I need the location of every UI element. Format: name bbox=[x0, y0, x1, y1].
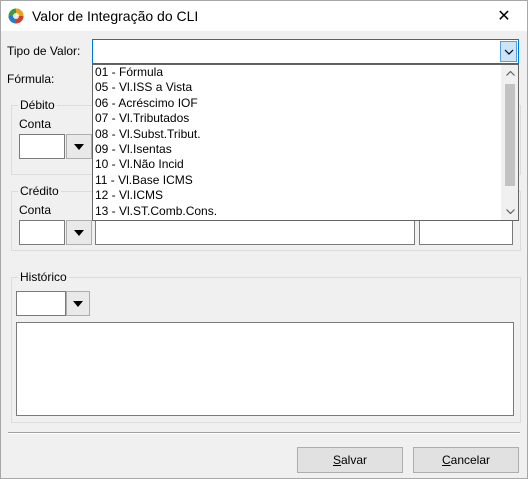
caret-down-icon bbox=[74, 229, 84, 236]
formula-label: Fórmula: bbox=[7, 72, 55, 86]
close-icon: ✕ bbox=[497, 8, 511, 25]
credito-descricao-field[interactable] bbox=[95, 220, 415, 245]
listbox-option[interactable]: 05 - Vl.ISS a Vista bbox=[93, 80, 501, 95]
debito-conta-input[interactable] bbox=[19, 134, 65, 159]
close-button[interactable]: ✕ bbox=[481, 1, 527, 31]
tipo-de-valor-listbox[interactable]: 01 - Fórmula 05 - Vl.ISS a Vista 06 - Acré… bbox=[92, 64, 519, 221]
tipo-de-valor-dropdown-button[interactable] bbox=[500, 41, 517, 62]
credito-valor-field[interactable] bbox=[419, 220, 513, 245]
chevron-up-icon bbox=[506, 71, 515, 76]
salvar-button[interactable]: Salvar bbox=[297, 447, 403, 473]
window-title: Valor de Integração do CLI bbox=[32, 8, 199, 24]
debito-conta-label: Conta bbox=[19, 117, 52, 131]
listbox-option[interactable]: 10 - Vl.Não Incid bbox=[93, 157, 501, 172]
chevron-down-icon bbox=[506, 209, 515, 214]
listbox-option[interactable]: 09 - Vl.Isentas bbox=[93, 142, 501, 157]
listbox-option[interactable]: 08 - Vl.Subst.Tribut. bbox=[93, 127, 501, 142]
historico-codigo-input[interactable] bbox=[16, 291, 66, 316]
salvar-label: alvar bbox=[341, 453, 368, 467]
title-bar: Valor de Integração do CLI ✕ bbox=[1, 1, 527, 31]
listbox-option[interactable]: 13 - Vl.ST.Comb.Cons. bbox=[93, 204, 501, 219]
caret-down-icon bbox=[74, 143, 84, 150]
caret-down-icon bbox=[73, 300, 83, 307]
scroll-thumb[interactable] bbox=[505, 84, 515, 186]
listbox-option[interactable]: 01 - Fórmula bbox=[93, 65, 501, 80]
listbox-items: 01 - Fórmula 05 - Vl.ISS a Vista 06 - Acré… bbox=[93, 65, 501, 220]
chevron-down-icon bbox=[504, 49, 513, 55]
listbox-option[interactable]: 07 - Vl.Tributados bbox=[93, 111, 501, 126]
listbox-scrollbar[interactable] bbox=[501, 65, 518, 220]
credito-conta-label: Conta bbox=[19, 203, 52, 217]
credito-conta-dropdown-button[interactable] bbox=[66, 220, 92, 245]
separator-line bbox=[8, 432, 520, 434]
cancelar-accesskey: C bbox=[441, 453, 451, 467]
scroll-up-button[interactable] bbox=[502, 65, 519, 82]
cancelar-label: ancelar bbox=[450, 453, 491, 467]
tipo-de-valor-label: Tipo de Valor: bbox=[7, 44, 81, 58]
cancelar-button[interactable]: Cancelar bbox=[413, 447, 519, 473]
debito-conta-dropdown-button[interactable] bbox=[66, 134, 92, 159]
credito-legend: Crédito bbox=[18, 184, 61, 198]
listbox-option[interactable]: 12 - Vl.ICMS bbox=[93, 188, 501, 203]
scroll-down-button[interactable] bbox=[502, 203, 519, 220]
dialog-window: Valor de Integração do CLI ✕ Tipo de Val… bbox=[0, 0, 528, 479]
historico-textarea[interactable] bbox=[16, 322, 514, 416]
salvar-accesskey: S bbox=[332, 453, 341, 467]
app-globe-icon bbox=[8, 8, 24, 24]
listbox-option[interactable]: 11 - Vl.Base ICMS bbox=[93, 173, 501, 188]
debito-legend: Débito bbox=[18, 98, 57, 112]
listbox-option[interactable]: 06 - Acréscimo IOF bbox=[93, 96, 501, 111]
historico-legend: Histórico bbox=[18, 270, 69, 284]
tipo-de-valor-select[interactable] bbox=[92, 39, 519, 64]
credito-conta-input[interactable] bbox=[19, 220, 65, 245]
historico-dropdown-button[interactable] bbox=[66, 291, 90, 316]
